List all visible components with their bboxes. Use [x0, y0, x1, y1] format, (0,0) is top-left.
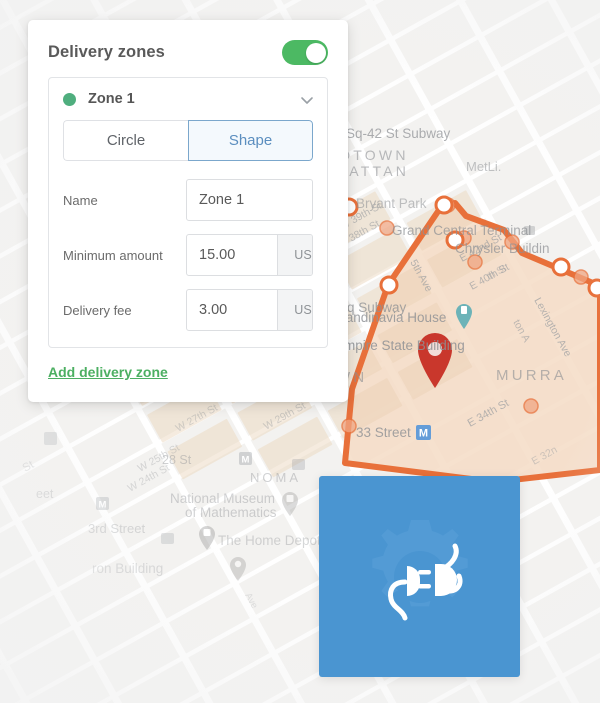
- zone-form: Name Minimum amount USD Delivery fee USD: [49, 167, 327, 347]
- svg-text:Grand Central Terminal: Grand Central Terminal: [392, 223, 531, 238]
- minimum-amount-input[interactable]: [187, 235, 277, 275]
- page-title: Delivery zones: [48, 43, 165, 61]
- svg-text:MetLi.: MetLi.: [466, 159, 501, 174]
- field-row-name: Name: [63, 179, 313, 221]
- svg-text:M: M: [99, 500, 107, 511]
- chevron-down-icon[interactable]: [299, 92, 313, 106]
- zone-name-label: Zone 1: [88, 91, 135, 107]
- svg-text:33 Street: 33 Street: [356, 425, 411, 440]
- svg-text:National Museum: National Museum: [170, 491, 275, 506]
- delivery-zones-toggle[interactable]: [282, 40, 328, 65]
- field-row-delivery-fee: Delivery fee USD: [63, 289, 313, 331]
- minimum-amount-currency: USD: [277, 235, 312, 275]
- panel-header: Delivery zones: [28, 20, 348, 77]
- svg-text:The Home Depot: The Home Depot: [218, 533, 321, 548]
- name-input-wrapper[interactable]: [186, 179, 313, 221]
- svg-text:Empire State Building: Empire State Building: [335, 338, 465, 353]
- plug-gear-icon: [371, 519, 468, 620]
- svg-text:Sq-42 St Subway: Sq-42 St Subway: [346, 126, 451, 141]
- svg-text:DTOWN: DTOWN: [340, 147, 409, 163]
- svg-text:of Mathematics: of Mathematics: [185, 505, 277, 520]
- delivery-fee-input-wrapper[interactable]: USD: [186, 289, 313, 331]
- delivery-zones-panel: Delivery zones Zone 1 Circle Shape Name: [28, 20, 348, 402]
- minimum-amount-input-wrapper[interactable]: USD: [186, 234, 313, 276]
- svg-text:MURRA: MURRA: [496, 367, 567, 384]
- plugin-tile[interactable]: [319, 476, 520, 677]
- zone-card: Zone 1 Circle Shape Name Minimum amount: [48, 77, 328, 348]
- svg-text:M: M: [242, 455, 250, 466]
- delivery-fee-input[interactable]: [187, 290, 277, 330]
- minimum-amount-label: Minimum amount: [63, 247, 163, 263]
- field-row-minimum-amount: Minimum amount USD: [63, 234, 313, 276]
- svg-text:NOMA: NOMA: [250, 470, 301, 485]
- delivery-fee-currency: USD: [277, 290, 312, 330]
- toggle-knob: [305, 42, 326, 63]
- svg-text:3rd Street: 3rd Street: [88, 521, 145, 536]
- add-delivery-zone-row: Add delivery zone: [28, 348, 348, 402]
- svg-text:ron Building: ron Building: [92, 561, 163, 576]
- svg-text:M: M: [419, 428, 428, 440]
- svg-text:eet: eet: [36, 487, 54, 501]
- tab-circle[interactable]: Circle: [63, 120, 188, 161]
- name-label: Name: [63, 192, 98, 208]
- tab-shape[interactable]: Shape: [188, 120, 313, 161]
- zone-header-row[interactable]: Zone 1: [49, 78, 327, 120]
- zone-color-dot: [63, 92, 76, 106]
- delivery-fee-label: Delivery fee: [63, 302, 132, 318]
- add-delivery-zone-link[interactable]: Add delivery zone: [48, 364, 168, 380]
- name-input[interactable]: [187, 180, 312, 220]
- shape-type-tabs: Circle Shape: [63, 120, 313, 161]
